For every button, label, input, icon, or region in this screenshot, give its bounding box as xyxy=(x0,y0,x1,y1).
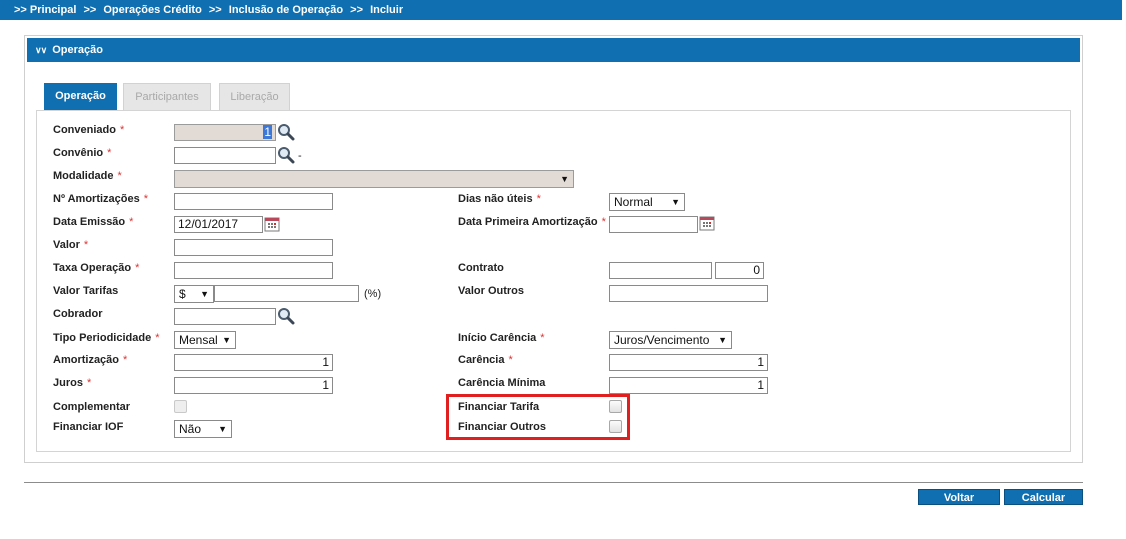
valor-outros-field[interactable] xyxy=(609,285,768,302)
divider xyxy=(24,482,1083,483)
valor-tarifas-label: Valor Tarifas xyxy=(53,285,119,297)
conveniado-field[interactable]: 1 xyxy=(174,124,276,141)
contrato-number-field[interactable]: 0 xyxy=(715,262,764,279)
valor-field[interactable] xyxy=(174,239,333,256)
breadcrumb-item-principal[interactable]: Principal xyxy=(30,4,76,16)
valor-tarifas-unit: (%) xyxy=(364,288,382,300)
tab-participantes[interactable]: Participantes xyxy=(123,83,211,110)
search-icon[interactable] xyxy=(277,307,295,325)
convenio-description: - xyxy=(298,150,302,162)
breadcrumb-separator: >> xyxy=(350,4,364,16)
calcular-button[interactable]: Calcular xyxy=(1004,489,1083,505)
valor-outros-label: Valor Outros xyxy=(458,285,525,297)
dropdown-arrow-icon: ▼ xyxy=(718,335,727,345)
convenio-field[interactable] xyxy=(174,147,276,164)
complementar-checkbox[interactable] xyxy=(174,400,187,413)
contrato-field[interactable] xyxy=(609,262,712,279)
tipo-periodicidade-label: Tipo Periodicidade * xyxy=(53,332,160,344)
amortizacao-field[interactable]: 1 xyxy=(174,354,333,371)
calendar-icon[interactable] xyxy=(699,215,715,231)
dropdown-arrow-icon: ▼ xyxy=(222,335,231,345)
tab-liberacao[interactable]: Liberação xyxy=(219,83,290,110)
financiar-iof-select[interactable]: Não ▼ xyxy=(174,420,232,438)
search-icon[interactable] xyxy=(277,146,295,164)
search-icon[interactable] xyxy=(277,123,295,141)
contrato-label: Contrato xyxy=(458,262,504,274)
n-amortizacoes-field[interactable] xyxy=(174,193,333,210)
dropdown-arrow-icon: ▼ xyxy=(560,174,569,184)
inicio-carencia-label: Início Carência * xyxy=(458,332,545,344)
tab-operacao[interactable]: Operação xyxy=(44,83,117,110)
dropdown-arrow-icon: ▼ xyxy=(218,424,227,434)
breadcrumb-item-inclusao-operacao[interactable]: Inclusão de Operação xyxy=(229,4,343,16)
data-emissao-label: Data Emissão * xyxy=(53,216,134,228)
dropdown-arrow-icon: ▼ xyxy=(671,197,680,207)
dropdown-arrow-icon: ▼ xyxy=(200,289,209,299)
panel-title: Operação xyxy=(52,44,103,56)
breadcrumb: >> Principal >> Operações Crédito >> Inc… xyxy=(0,0,1122,20)
inicio-carencia-select[interactable]: Juros/Vencimento ▼ xyxy=(609,331,732,349)
panel-header[interactable]: ∨∨ Operação xyxy=(27,38,1080,62)
taxa-operacao-field[interactable] xyxy=(174,262,333,279)
dias-nao-uteis-select[interactable]: Normal ▼ xyxy=(609,193,685,211)
carencia-field[interactable]: 1 xyxy=(609,354,768,371)
complementar-label: Complementar xyxy=(53,401,131,413)
juros-label: Juros * xyxy=(53,377,92,389)
juros-field[interactable]: 1 xyxy=(174,377,333,394)
voltar-button[interactable]: Voltar xyxy=(918,489,1000,505)
breadcrumb-separator: >> xyxy=(14,4,27,16)
taxa-operacao-label: Taxa Operação * xyxy=(53,262,140,274)
n-amortizacoes-label: Nº Amortizações * xyxy=(53,193,149,205)
highlight-box xyxy=(446,394,630,440)
cobrador-field[interactable] xyxy=(174,308,276,325)
breadcrumb-item-incluir: Incluir xyxy=(370,4,404,16)
valor-tarifas-type-select[interactable]: $ ▼ xyxy=(174,285,214,303)
financiar-iof-label: Financiar IOF xyxy=(53,421,124,433)
breadcrumb-separator: >> xyxy=(208,4,222,16)
conveniado-label: Conveniado * xyxy=(53,124,125,136)
calendar-icon[interactable] xyxy=(264,216,280,232)
tipo-periodicidade-select[interactable]: Mensal ▼ xyxy=(174,331,236,349)
modalidade-label: Modalidade * xyxy=(53,170,122,182)
valor-tarifas-field[interactable] xyxy=(214,285,359,302)
dias-nao-uteis-label: Dias não úteis * xyxy=(458,193,541,205)
carencia-minima-label: Carência Mínima xyxy=(458,377,546,389)
data-primeira-amortizacao-field[interactable] xyxy=(609,216,698,233)
convenio-label: Convênio * xyxy=(53,147,112,159)
breadcrumb-separator: >> xyxy=(83,4,97,16)
data-primeira-amortizacao-label: Data Primeira Amortização * xyxy=(458,216,606,228)
modalidade-select[interactable]: ▼ xyxy=(174,170,574,188)
data-emissao-field[interactable]: 12/01/2017 xyxy=(174,216,263,233)
carencia-minima-field[interactable]: 1 xyxy=(609,377,768,394)
valor-label: Valor * xyxy=(53,239,89,251)
carencia-label: Carência * xyxy=(458,354,513,366)
cobrador-label: Cobrador xyxy=(53,308,103,320)
amortizacao-label: Amortização * xyxy=(53,354,128,366)
breadcrumb-item-operacoes-credito[interactable]: Operações Crédito xyxy=(103,4,201,16)
double-chevron-down-icon[interactable]: ∨∨ xyxy=(35,45,47,55)
